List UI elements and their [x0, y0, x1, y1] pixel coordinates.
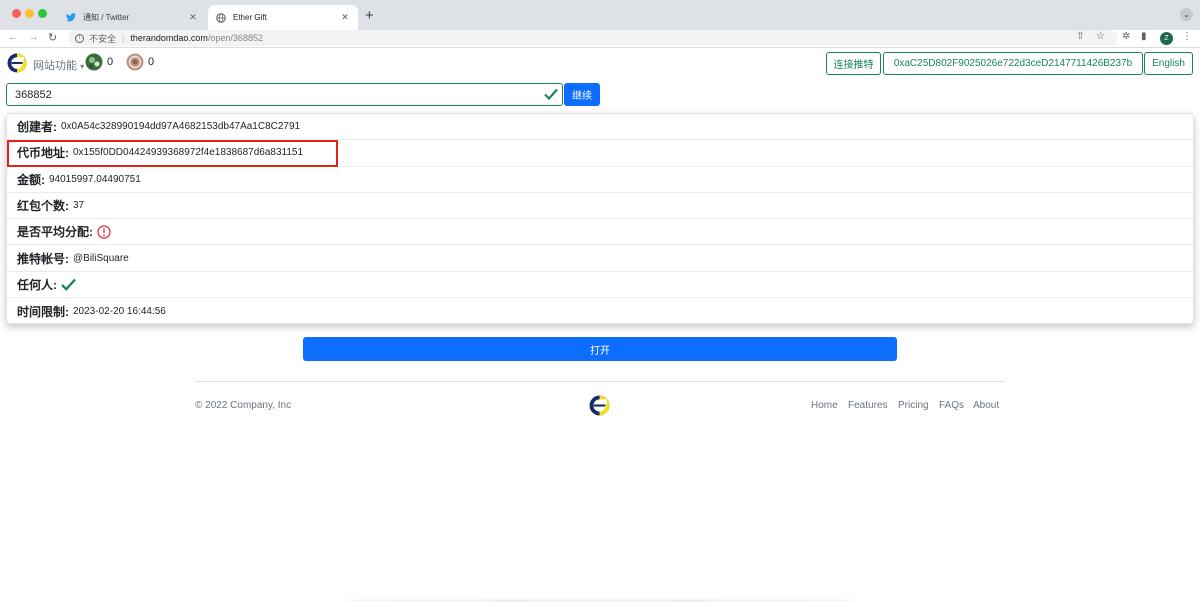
footer-copyright: © 2022 Company, Inc — [195, 400, 292, 411]
detail-label: 推特帐号: — [17, 251, 69, 266]
menu-kebab-icon[interactable]: ⋮ — [1182, 31, 1192, 42]
url-path: /open/368852 — [207, 33, 263, 43]
token-count: 0 — [107, 56, 114, 68]
detail-row-time-limit: 时间限制: 2023-02-20 16:44:56 — [7, 298, 1193, 324]
tab-close-icon[interactable]: ✕ — [188, 12, 198, 23]
footer-link-pricing[interactable]: Pricing — [898, 400, 929, 411]
features-dropdown[interactable]: 网站功能 ▾ — [33, 57, 84, 73]
detail-value: @BiliSquare — [73, 252, 129, 264]
wallet-address-button[interactable]: 0xaC25D802F9025026e722d3ceD2147711426B23… — [883, 52, 1143, 75]
tab-title: 通知 / Twitter — [83, 13, 130, 22]
detail-row-amount: 金额: 94015997.04490751 — [7, 167, 1193, 193]
bookmark-star-icon[interactable]: ☆ — [1096, 31, 1105, 42]
connect-twitter-button[interactable]: 连接推特 — [826, 52, 881, 75]
detail-label: 是否平均分配: — [17, 225, 93, 240]
coin-avatar-icon — [126, 53, 144, 71]
site-logo-icon[interactable] — [7, 53, 27, 73]
window-minimize-button[interactable] — [25, 9, 34, 18]
continue-button[interactable]: 继续 — [564, 83, 600, 106]
detail-row-creator: 创建者: 0x0A54c328990194dd97A4682153db47Aa1… — [7, 114, 1193, 141]
browser-tab-bar: 通知 / Twitter ✕ Ether Gift ✕ + ⌄ — [0, 0, 1200, 30]
detail-label: 红包个数: — [17, 199, 69, 214]
forward-icon[interactable]: → — [28, 31, 39, 43]
detail-label: 任何人: — [17, 277, 57, 292]
profile-avatar[interactable]: Z — [1160, 32, 1173, 45]
check-icon — [61, 278, 76, 291]
detail-row-twitter: 推特帐号: @BiliSquare — [7, 245, 1193, 272]
twitter-icon — [66, 13, 76, 23]
insecure-label: 不安全 — [89, 33, 117, 44]
gift-code-input[interactable]: 368852 — [6, 83, 563, 106]
footer-link-home[interactable]: Home — [811, 400, 838, 411]
footer-link-about[interactable]: About — [973, 400, 999, 411]
new-tab-button[interactable]: + — [365, 7, 374, 24]
warning-icon[interactable]: ! — [75, 33, 84, 43]
footer-link-faqs[interactable]: FAQs — [939, 400, 964, 411]
detail-value: 0x0A54c328990194dd97A4682153db47Aa1C8C27… — [61, 121, 301, 133]
reload-icon[interactable]: ↻ — [48, 31, 57, 44]
detail-value: 94015997.04490751 — [49, 173, 141, 185]
open-gift-button[interactable]: 打开 — [303, 337, 897, 361]
tab-ether-gift[interactable]: Ether Gift ✕ — [208, 5, 358, 30]
url-input[interactable]: ! 不安全 | therandomdao.com/open/368852 — [68, 30, 1118, 46]
window-close-button[interactable] — [12, 9, 21, 18]
tab-twitter[interactable]: 通知 / Twitter ✕ — [58, 5, 206, 30]
coin-count: 0 — [148, 56, 155, 68]
window-maximize-button[interactable] — [38, 9, 47, 18]
extensions-icon[interactable]: ✲ — [1122, 31, 1130, 42]
detail-value: 37 — [73, 200, 85, 212]
window-bottom-shadow — [340, 598, 860, 602]
back-icon[interactable]: ← — [8, 31, 19, 43]
annotation-highlight-box — [7, 140, 338, 167]
detail-value: 2023-02-20 16:44:56 — [73, 305, 166, 317]
sidepanel-icon[interactable]: ▮ — [1141, 31, 1147, 42]
token-avatar-icon — [85, 53, 103, 71]
footer-link-features[interactable]: Features — [848, 400, 887, 411]
detail-label: 时间限制: — [17, 304, 69, 319]
tab-title: Ether Gift — [233, 13, 267, 22]
footer-divider — [195, 381, 1005, 382]
url-host: therandomdao.com — [130, 33, 208, 43]
globe-icon — [216, 12, 226, 23]
footer-logo-icon[interactable] — [589, 395, 610, 416]
detail-label: 金额: — [17, 172, 45, 187]
detail-label: 创建者: — [17, 120, 57, 135]
url-separator: | — [122, 33, 125, 43]
detail-row-count: 红包个数: 37 — [7, 193, 1193, 220]
tab-search-icon[interactable]: ⌄ — [1180, 8, 1193, 21]
detail-row-equal-split: 是否平均分配: — [7, 219, 1193, 246]
address-bar: ← → ↻ ! 不安全 | therandomdao.com/open/3688… — [0, 30, 1200, 48]
language-button[interactable]: English — [1144, 52, 1193, 75]
tab-close-icon[interactable]: ✕ — [340, 12, 350, 23]
exclamation-circle-icon — [97, 225, 111, 239]
detail-row-anyone: 任何人: — [7, 272, 1193, 299]
valid-check-icon — [544, 88, 558, 100]
share-icon[interactable]: ⇧ — [1076, 31, 1084, 42]
